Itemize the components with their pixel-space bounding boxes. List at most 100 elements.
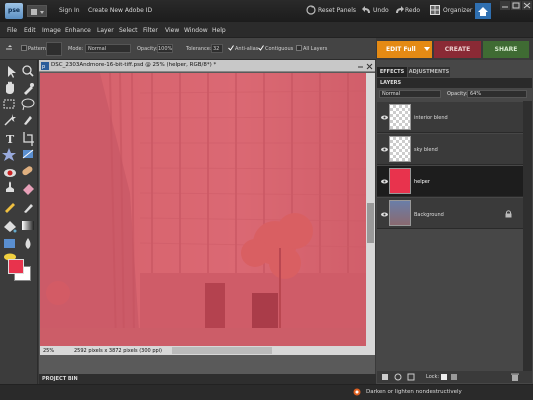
- shape-tool-icon: [4, 239, 15, 248]
- building-photo: [40, 73, 366, 346]
- tolerance-label: Tolerance:: [186, 46, 212, 52]
- redo-icon[interactable]: [394, 5, 404, 15]
- vertical-scroll-thumb[interactable]: [367, 203, 374, 243]
- document-window-controls[interactable]: [357, 62, 373, 70]
- visibility-eye-icon[interactable]: [381, 115, 388, 120]
- create-tab[interactable]: CREATE: [434, 41, 481, 58]
- chevron-down-icon[interactable]: [424, 47, 430, 52]
- menu-help[interactable]: Help: [212, 27, 226, 34]
- move-tool-icon: [8, 66, 16, 78]
- smart-brush-hint-icon: [353, 388, 361, 396]
- foreground-color-swatch[interactable]: [8, 259, 24, 274]
- project-bin-bar[interactable]: [39, 374, 376, 384]
- tool-preset-icon[interactable]: [4, 44, 14, 54]
- document-dimensions: 2592 pixels x 3872 pixels (300 ppi): [74, 348, 163, 354]
- layers-scrollbar[interactable]: [523, 101, 532, 371]
- window-controls[interactable]: [499, 0, 533, 12]
- straighten-tool-icon: [22, 149, 34, 159]
- all-layers-checkbox[interactable]: [296, 45, 302, 51]
- red-eye-tool-icon: [4, 169, 16, 177]
- layer-thumbnail: [389, 200, 411, 226]
- share-tab[interactable]: SHARE: [483, 41, 529, 58]
- anti-alias-checkbox[interactable]: [228, 45, 234, 51]
- project-bin-label: PROJECT BIN: [42, 376, 78, 382]
- pattern-checkbox[interactable]: [21, 45, 27, 51]
- visibility-eye-icon[interactable]: [381, 179, 388, 184]
- opacity-label: Opacity:: [137, 46, 158, 52]
- selection-brush-tool-icon: [24, 116, 32, 125]
- visibility-eye-icon[interactable]: [381, 212, 388, 217]
- layer-name: helper: [414, 179, 430, 185]
- menu-image[interactable]: Image: [42, 27, 61, 34]
- tolerance-value: 32: [213, 46, 220, 52]
- menu-view[interactable]: View: [165, 27, 179, 34]
- lock-buttons[interactable]: [441, 373, 461, 381]
- hand-tool-icon: [6, 81, 14, 94]
- lasso-tool-icon: [21, 98, 35, 111]
- menu-edit[interactable]: Edit: [24, 27, 36, 34]
- menu-enhance[interactable]: Enhance: [65, 27, 91, 34]
- menu-filter[interactable]: Filter: [143, 27, 158, 34]
- opacity-value: 100%: [158, 46, 173, 52]
- reset-panels-button[interactable]: Reset Panels: [318, 7, 356, 14]
- layer-opacity-value: 64%: [470, 91, 482, 97]
- cookie-cutter-tool-icon: [2, 148, 16, 161]
- clone-stamp-tool-icon: [6, 181, 14, 192]
- layer-action-icons[interactable]: [381, 373, 421, 381]
- eyedropper-tool-icon: [24, 83, 34, 95]
- organizer-button[interactable]: Organizer: [443, 7, 472, 14]
- sign-in-link[interactable]: Sign In: [59, 7, 80, 14]
- menu-window[interactable]: Window: [184, 27, 208, 34]
- layer-name: sky blend: [414, 147, 438, 153]
- contiguous-label: Contiguous: [265, 46, 294, 52]
- horizontal-scroll-thumb[interactable]: [172, 347, 272, 354]
- tab-adjustments[interactable]: ADJUSTMENTS: [408, 67, 450, 77]
- layers-panel-title: LAYERS: [377, 78, 532, 88]
- type-tool-icon: T: [6, 133, 15, 146]
- redo-button[interactable]: Redo: [405, 7, 420, 14]
- trash-icon[interactable]: [511, 373, 519, 381]
- eraser-tool-icon: [23, 184, 34, 195]
- svg-text:T: T: [6, 133, 15, 146]
- pencil-tool-icon: [5, 203, 15, 213]
- workspace-layout-button[interactable]: [27, 5, 47, 17]
- tool-grid: T: [2, 65, 35, 261]
- create-adobe-id-link[interactable]: Create New Adobe ID: [88, 7, 152, 14]
- lock-icon: [505, 210, 512, 218]
- zoom-level: 25%: [43, 348, 55, 354]
- undo-button[interactable]: Undo: [373, 7, 389, 14]
- layer-thumbnail: [389, 104, 411, 130]
- vertical-scrollbar[interactable]: [366, 73, 375, 346]
- layer-name: Background: [414, 212, 444, 218]
- organizer-icon[interactable]: [430, 5, 440, 15]
- layer-opacity-label: Opacity:: [447, 91, 468, 97]
- tool-hint-text: Darken or lighten nondestructively: [366, 389, 462, 395]
- crop-tool-icon: [23, 132, 34, 146]
- document-icon: p: [41, 62, 49, 70]
- layer-thumbnail: [389, 168, 411, 194]
- home-icon: [478, 7, 488, 16]
- undo-icon[interactable]: [362, 5, 372, 15]
- menu-layer[interactable]: Layer: [97, 27, 114, 34]
- blend-mode-value: Normal: [382, 91, 401, 97]
- visibility-eye-icon[interactable]: [381, 147, 388, 152]
- brush-tool-icon: [24, 204, 33, 213]
- layer-name: interior blend: [414, 115, 448, 121]
- magic-wand-tool-icon: [4, 114, 16, 126]
- app-logo: pse: [5, 3, 23, 19]
- marquee-tool-icon: [3, 99, 15, 109]
- reset-panels-icon[interactable]: [306, 5, 316, 15]
- image-canvas[interactable]: [40, 73, 366, 346]
- home-button[interactable]: [475, 3, 491, 19]
- paint-bucket-tool-icon: [4, 221, 17, 233]
- anti-alias-label: Anti-alias: [235, 46, 259, 52]
- document-title: DSC_2303Andmore-16-bit-tiff.psd @ 25% (h…: [51, 62, 217, 68]
- menu-select[interactable]: Select: [119, 27, 138, 34]
- tab-effects[interactable]: EFFECTS: [377, 67, 407, 77]
- blur-tool-icon: [25, 238, 31, 249]
- zoom-tool-icon: [22, 65, 34, 77]
- mode-label: Mode:: [68, 46, 84, 52]
- pattern-swatch[interactable]: [46, 42, 62, 56]
- menu-file[interactable]: File: [7, 27, 17, 34]
- contiguous-checkbox[interactable]: [258, 45, 264, 51]
